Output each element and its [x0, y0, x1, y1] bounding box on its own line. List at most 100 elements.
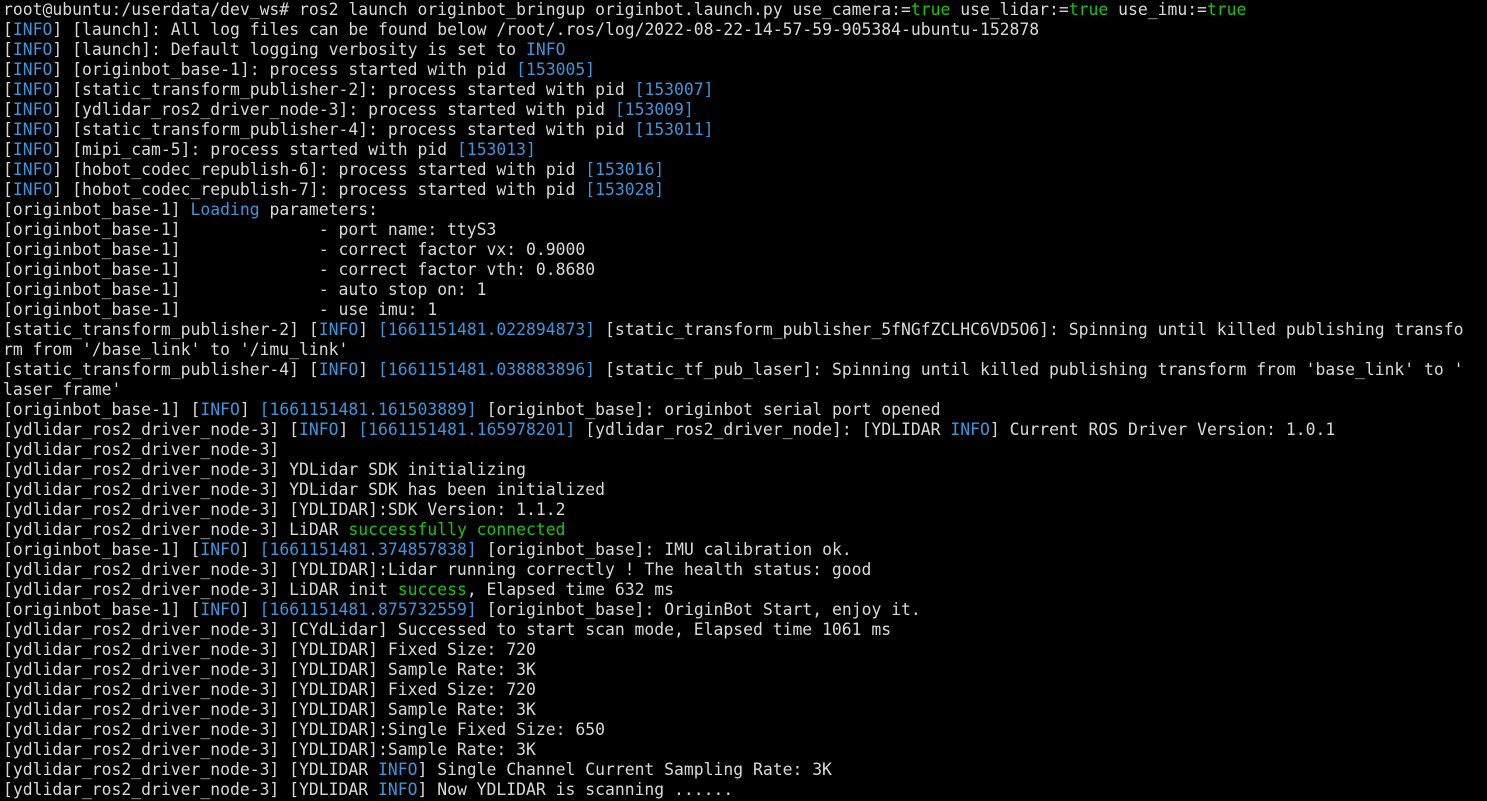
log-segment: [ [3, 100, 13, 119]
log-segment: ] Current ROS Driver Version: 1.0.1 [989, 420, 1336, 439]
log-segment: [ydlidar_ros2_driver_node-3] [YDLIDAR] S… [3, 660, 536, 679]
log-line: [originbot_base-1] [INFO] [1661151481.16… [3, 400, 1487, 420]
log-segment: INFO [12, 20, 53, 39]
command-line: root@ubuntu:/userdata/dev_ws# ros2 launc… [3, 0, 1487, 20]
log-line: [ydlidar_ros2_driver_node-3] [3, 440, 1487, 460]
log-segment: [ydlidar_ros2_driver_node-3] [YDLIDAR]:S… [3, 740, 536, 759]
log-segment: true [1206, 0, 1247, 19]
log-segment: ] [239, 540, 260, 559]
log-segment: INFO [12, 140, 53, 159]
log-segment: INFO [950, 420, 990, 439]
log-segment: success [397, 580, 467, 599]
log-line: [ydlidar_ros2_driver_node-3] LiDAR init … [3, 580, 1487, 600]
log-segment: [ydlidar_ros2_driver_node]: [YDLIDAR [575, 420, 951, 439]
log-segment: [1661151481.875732559] [259, 600, 477, 619]
log-line: [originbot_base-1] - auto stop on: 1 [3, 280, 1487, 300]
log-line: [ydlidar_ros2_driver_node-3] [YDLIDAR]:S… [3, 720, 1487, 740]
log-segment: INFO [318, 320, 359, 339]
log-line: [ydlidar_ros2_driver_node-3] [YDLIDAR] F… [3, 680, 1487, 700]
terminal-window[interactable]: root@ubuntu:/userdata/dev_ws# ros2 launc… [0, 0, 1487, 801]
log-segment: ] [358, 360, 379, 379]
log-line: [ydlidar_ros2_driver_node-3] [YDLIDAR] F… [3, 640, 1487, 660]
log-line: laser_frame' [3, 380, 1487, 400]
log-segment: [ydlidar_ros2_driver_node-3] [3, 440, 280, 459]
log-segment: [153007] [634, 80, 714, 99]
log-segment: [153009] [614, 100, 694, 119]
log-segment: use_imu:= [1108, 0, 1207, 19]
log-line: [ydlidar_ros2_driver_node-3] [YDLIDAR]:S… [3, 740, 1487, 760]
log-line: [ydlidar_ros2_driver_node-3] [YDLIDAR IN… [3, 760, 1487, 780]
log-segment: INFO [12, 120, 53, 139]
log-segment: [1661151481.165978201] [358, 420, 576, 439]
log-segment: [ydlidar_ros2_driver_node-3] [YDLIDAR]:L… [3, 560, 872, 579]
log-line: [INFO] [originbot_base-1]: process start… [3, 60, 1487, 80]
log-line: [static_transform_publisher-2] [INFO] [1… [3, 320, 1487, 340]
log-line: [INFO] [mipi_cam-5]: process started wit… [3, 140, 1487, 160]
log-segment: INFO [12, 100, 53, 119]
log-segment: [static_tf_pub_laser]: Spinning until ki… [595, 360, 1464, 379]
log-line: [originbot_base-1] [INFO] [1661151481.87… [3, 600, 1487, 620]
log-segment: INFO [526, 40, 566, 59]
log-segment: [ydlidar_ros2_driver_node-3] [YDLIDAR]:S… [3, 720, 605, 739]
log-line: [originbot_base-1] - correct factor vth:… [3, 260, 1487, 280]
log-segment: [originbot_base-1] - correct factor vth:… [3, 260, 596, 279]
log-segment: [static_transform_publisher-2] [ [3, 320, 319, 339]
log-segment: [originbot_base-1] [ [3, 600, 201, 619]
log-segment: INFO [12, 40, 53, 59]
log-line: [originbot_base-1] - correct factor vx: … [3, 240, 1487, 260]
log-segment: INFO [12, 160, 53, 179]
log-segment: ] [338, 420, 359, 439]
log-segment: [ydlidar_ros2_driver_node-3] YDLidar SDK… [3, 460, 527, 479]
log-segment: [static_transform_publisher-4] [ [3, 360, 319, 379]
log-line: [originbot_base-1] - port name: ttyS3 [3, 220, 1487, 240]
log-line: [ydlidar_ros2_driver_node-3] [YDLIDAR IN… [3, 780, 1487, 800]
log-segment: [ [3, 180, 13, 199]
log-segment: ] [hobot_codec_republish-7]: process sta… [52, 180, 586, 199]
log-segment: ] Now YDLIDAR is scanning ...... [417, 780, 734, 799]
log-segment: [originbot_base-1] - auto stop on: 1 [3, 280, 487, 299]
log-segment: [1661151481.161503889] [259, 400, 477, 419]
log-segment: [153016] [585, 160, 665, 179]
log-segment: [ydlidar_ros2_driver_node-3] [YDLIDAR [3, 780, 378, 799]
log-segment: [ydlidar_ros2_driver_node-3] [YDLIDAR] S… [3, 700, 536, 719]
log-segment: [153005] [516, 60, 596, 79]
log-segment: true [910, 0, 951, 19]
log-segment: rm from '/base_link' to '/imu_link' [3, 340, 349, 359]
log-segment: [originbot_base]: IMU calibration ok. [476, 540, 852, 559]
log-line: [ydlidar_ros2_driver_node-3] [ INFO] [166… [3, 420, 1487, 440]
log-segment: [originbot_base-1] - correct factor vx: … [3, 240, 586, 259]
log-segment: ] [hobot_codec_republish-6]: process sta… [52, 160, 586, 179]
log-line: [ydlidar_ros2_driver_node-3] LiDAR succe… [3, 520, 1487, 540]
log-segment: Loading [190, 200, 260, 219]
log-segment: [ydlidar_ros2_driver_node-3] YDLidar SDK… [3, 480, 605, 499]
log-segment: [ [3, 160, 13, 179]
log-segment: [originbot_base-1] [ [3, 400, 201, 419]
terminal-output: root@ubuntu:/userdata/dev_ws# ros2 launc… [3, 0, 1487, 800]
log-segment: [originbot_base-1] - port name: ttyS3 [3, 220, 497, 239]
log-segment: INFO [12, 60, 53, 79]
log-line: [ydlidar_ros2_driver_node-3] [YDLIDAR] S… [3, 660, 1487, 680]
log-segment: successfully connected [348, 520, 566, 539]
log-line: [INFO] [static_transform_publisher-4]: p… [3, 120, 1487, 140]
log-line: [ydlidar_ros2_driver_node-3] [YDLIDAR] S… [3, 700, 1487, 720]
log-line: [originbot_base-1] - use imu: 1 [3, 300, 1487, 320]
log-segment: true [1068, 0, 1109, 19]
log-segment: INFO [377, 780, 418, 799]
log-segment: [1661151481.038883896] [378, 360, 596, 379]
log-line: rm from '/base_link' to '/imu_link' [3, 340, 1487, 360]
log-segment: [originbot_base]: OriginBot Start, enjoy… [476, 600, 921, 619]
log-segment: [originbot_base-1] [3, 200, 191, 219]
log-segment: INFO [200, 540, 240, 559]
log-line: [ydlidar_ros2_driver_node-3] [CYdLidar] … [3, 620, 1487, 640]
log-segment: ] [ydlidar_ros2_driver_node-3]: process … [52, 100, 615, 119]
log-segment: [originbot_base-1] [ [3, 540, 201, 559]
log-segment: [ [3, 60, 13, 79]
log-segment: [ [3, 120, 13, 139]
log-line: [INFO] [ydlidar_ros2_driver_node-3]: pro… [3, 100, 1487, 120]
log-segment: [ydlidar_ros2_driver_node-3] [ [3, 420, 300, 439]
log-segment: [originbot_base-1] - use imu: 1 [3, 300, 438, 319]
log-segment: [ydlidar_ros2_driver_node-3] LiDAR [3, 520, 349, 539]
log-line: [INFO] [hobot_codec_republish-7]: proces… [3, 180, 1487, 200]
log-segment: [ydlidar_ros2_driver_node-3] [YDLIDAR [3, 760, 378, 779]
log-segment: [originbot_base]: originbot serial port … [476, 400, 941, 419]
